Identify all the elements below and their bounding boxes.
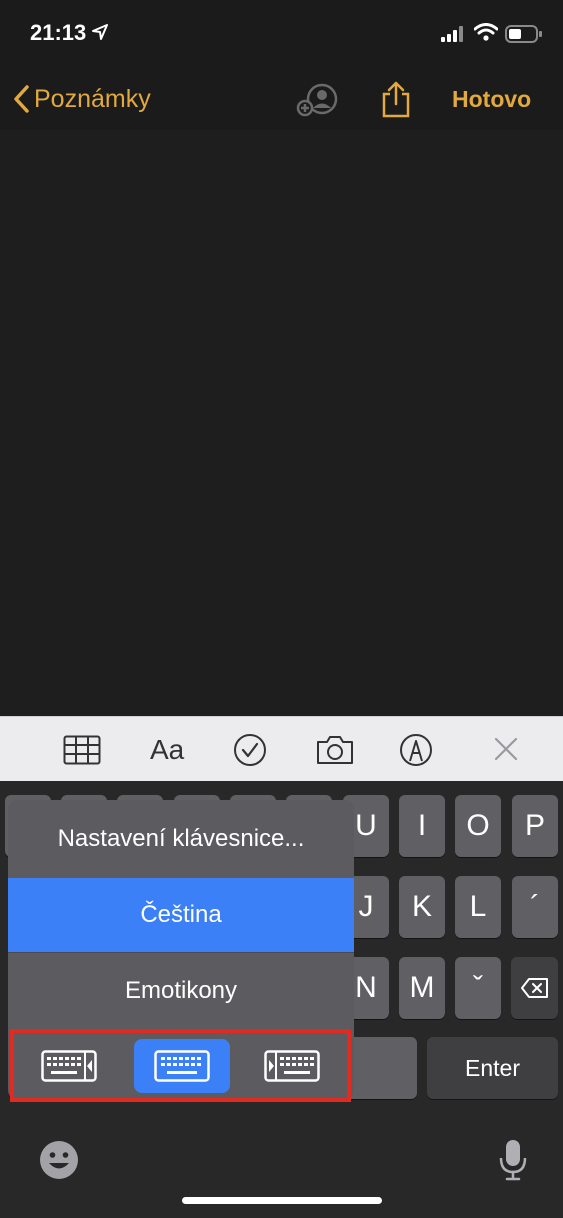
key-caron[interactable]: ˇ [455, 957, 501, 1019]
text-format-button[interactable]: Aa [150, 734, 184, 766]
battery-icon [505, 25, 542, 43]
location-arrow-icon [92, 24, 108, 40]
cellular-signal-icon [441, 26, 463, 42]
key-p[interactable]: P [512, 795, 558, 857]
close-icon[interactable] [494, 737, 518, 761]
table-icon[interactable] [63, 735, 101, 765]
key-k[interactable]: K [399, 876, 445, 938]
camera-icon[interactable] [315, 734, 355, 766]
done-button[interactable]: Hotovo [452, 86, 531, 113]
key-m[interactable]: M [399, 957, 445, 1019]
wifi-icon [474, 23, 498, 41]
back-button[interactable]: Poznámky [12, 84, 151, 114]
emoji-icon[interactable] [38, 1139, 80, 1181]
status-time: 21:13 [30, 20, 87, 45]
home-indicator[interactable] [182, 1197, 382, 1204]
checklist-icon[interactable] [233, 733, 267, 767]
back-label: Poznámky [34, 84, 151, 113]
backspace-icon [520, 978, 548, 998]
share-icon[interactable] [380, 80, 412, 118]
key-l[interactable]: L [455, 876, 501, 938]
format-toolbar: Aa [0, 716, 563, 782]
czech-language-item[interactable]: Čeština [8, 878, 354, 952]
markup-pen-icon[interactable] [399, 733, 433, 767]
delete-key[interactable] [511, 957, 558, 1019]
enter-key[interactable]: Enter [427, 1037, 558, 1099]
keyboard-settings-item[interactable]: Nastavení klávesnice... [8, 800, 354, 878]
emoji-item[interactable]: Emotikony [8, 952, 354, 1029]
add-person-icon[interactable] [296, 82, 338, 118]
key-o[interactable]: O [455, 795, 501, 857]
note-body[interactable] [0, 130, 563, 716]
microphone-icon[interactable] [498, 1138, 528, 1182]
key-acute[interactable]: ´ [512, 876, 558, 938]
chevron-left-icon [14, 85, 29, 113]
key-i[interactable]: I [399, 795, 445, 857]
space-key[interactable] [343, 1037, 417, 1099]
highlight-box [10, 1029, 351, 1102]
